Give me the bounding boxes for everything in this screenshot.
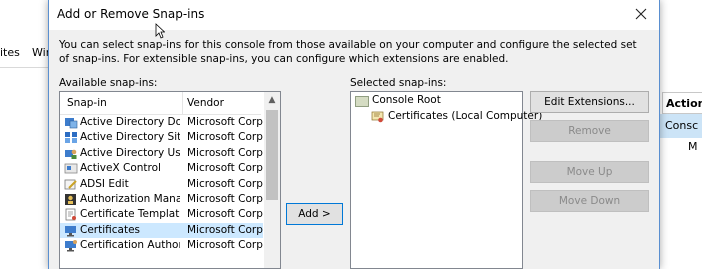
certificates-icon: [371, 111, 385, 123]
dialog-titlebar[interactable]: Add or Remove Snap-ins: [49, 0, 659, 30]
dialog-description: You can select snap-ins for this console…: [59, 39, 637, 65]
actions-header: Action: [662, 92, 702, 114]
column-separator[interactable]: [182, 92, 183, 114]
edit-extensions-button[interactable]: Edit Extensions...: [530, 91, 649, 113]
activex-icon: [64, 162, 78, 175]
column-header-snapin[interactable]: Snap-in: [67, 97, 107, 109]
mouse-cursor-icon: [155, 23, 166, 39]
dialog-title: Add or Remove Snap-ins: [57, 7, 205, 21]
list-header: Snap-in Vendor: [60, 92, 261, 115]
remove-button[interactable]: Remove: [530, 120, 649, 142]
list-item[interactable]: Active Directory User... Microsoft Corp.…: [60, 146, 273, 161]
ad-users-icon: [64, 147, 78, 160]
certificates-icon: [64, 224, 78, 237]
scrollbar-thumb[interactable]: [266, 110, 278, 200]
cert-authority-icon: [64, 239, 78, 252]
divider: [0, 67, 48, 68]
scroll-up-icon[interactable]: ▲: [264, 92, 280, 109]
move-down-button[interactable]: Move Down: [530, 190, 649, 212]
available-list-scrollbar[interactable]: ▲: [264, 92, 280, 268]
move-up-button[interactable]: Move Up: [530, 161, 649, 183]
column-header-vendor[interactable]: Vendor: [187, 97, 224, 109]
selected-snapins-label: Selected snap-ins:: [350, 77, 447, 89]
list-item-selected[interactable]: Certificates Microsoft Corp...: [60, 222, 273, 239]
actions-more-item[interactable]: M: [688, 140, 698, 153]
actions-console-item[interactable]: Consc: [660, 114, 702, 138]
list-item[interactable]: ActiveX Control Microsoft Corp...: [60, 161, 273, 176]
adsi-edit-icon: [64, 178, 78, 191]
available-snapins-label: Available snap-ins:: [59, 77, 158, 89]
ad-sites-icon: [64, 131, 78, 144]
cert-templates-icon: [64, 208, 78, 221]
list-item[interactable]: Active Directory Dom... Microsoft Corp..…: [60, 115, 273, 130]
authorization-icon: [64, 193, 78, 206]
selected-snapins-tree[interactable]: Console Root Certificates (Local Compute…: [350, 91, 542, 269]
folder-icon: [355, 95, 369, 107]
available-snapins-list[interactable]: Snap-in Vendor Active Directory Dom... M…: [59, 91, 281, 269]
add-button[interactable]: Add >: [286, 203, 343, 225]
add-remove-snapins-dialog: Add or Remove Snap-ins You can select sn…: [48, 0, 660, 269]
list-item[interactable]: Certification Authority Microsoft Corp..…: [60, 238, 273, 253]
list-item[interactable]: Active Directory Sites... Microsoft Corp…: [60, 130, 273, 145]
list-item[interactable]: Certificate Templates Microsoft Corp...: [60, 207, 273, 222]
snapin-rows: Active Directory Dom... Microsoft Corp..…: [60, 115, 273, 254]
list-item[interactable]: ADSI Edit Microsoft Corp...: [60, 177, 273, 192]
list-item[interactable]: Authorization Manager Microsoft Corp...: [60, 192, 273, 207]
actions-pane: [656, 58, 702, 269]
menu-item-sites[interactable]: ites: [0, 46, 20, 59]
close-icon[interactable]: [631, 4, 651, 24]
ad-domains-icon: [64, 116, 78, 129]
